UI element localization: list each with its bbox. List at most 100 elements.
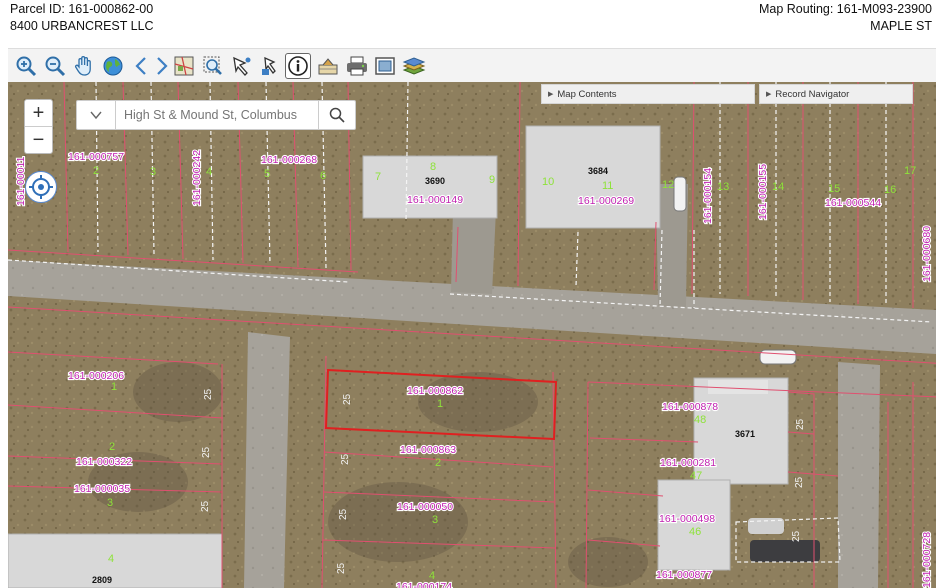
zoom-in-icon[interactable]	[14, 54, 38, 78]
lot-number: 1	[111, 381, 117, 393]
map-contents-panel[interactable]: ▶ Map Contents	[541, 84, 755, 104]
lot-number: 5	[264, 168, 270, 180]
lot-number: 10	[542, 176, 554, 188]
lot-number: 3	[432, 514, 438, 526]
parcel-label[interactable]: 161-000268	[260, 153, 318, 167]
lot-number: 2	[109, 441, 115, 453]
address-label: 3671	[735, 429, 755, 439]
parcel-label[interactable]: 161-000242	[190, 149, 204, 207]
lot-number: 4	[429, 570, 435, 582]
map-toolbar	[8, 48, 936, 83]
expand-triangle-icon: ▶	[766, 91, 772, 98]
lot-number: 4	[108, 553, 114, 565]
search-button[interactable]	[318, 101, 355, 129]
lot-number: 8	[430, 161, 436, 173]
print-icon[interactable]	[345, 54, 369, 78]
zoom-in-button[interactable]: +	[25, 100, 52, 126]
lot-dimension: 25	[203, 388, 214, 400]
owner-name: 8400 URBANCREST LLC	[10, 19, 154, 33]
lot-dimension: 25	[201, 446, 212, 458]
fullscreen-icon[interactable]	[373, 54, 397, 78]
lot-number: 14	[772, 181, 784, 193]
parcel-label[interactable]: 161-000757	[67, 150, 125, 164]
map-viewport[interactable]: 161-000757 161-000268 161-000149 161-000…	[8, 82, 936, 588]
zoom-box-icon[interactable]	[201, 54, 225, 78]
parcel-id-label: Parcel ID: 161-000862-00	[10, 2, 154, 16]
lot-number: 9	[489, 174, 495, 186]
lot-number: 13	[717, 181, 729, 193]
zoom-out-icon[interactable]	[43, 54, 67, 78]
parcel-label[interactable]: 161-000154	[701, 167, 715, 225]
identify-icon[interactable]	[258, 54, 282, 78]
lot-number: 3	[150, 166, 156, 178]
record-navigator-label: Record Navigator	[775, 88, 850, 100]
lot-dimension: 25	[200, 500, 211, 512]
crosshair-icon	[29, 175, 53, 199]
parcel-label[interactable]: 161-000680	[920, 225, 934, 283]
lot-number: 46	[689, 526, 701, 538]
lot-number: 11	[602, 180, 613, 192]
search-icon	[329, 107, 345, 123]
parcel-label[interactable]: 161-000269	[577, 194, 635, 208]
lot-dimension: 25	[338, 508, 349, 520]
parcel-label[interactable]: 161-000149	[406, 193, 464, 207]
lot-dimension: 25	[795, 418, 806, 430]
parcel-label[interactable]: 161-000322	[75, 455, 133, 469]
lot-number: 48	[694, 414, 706, 426]
lot-number: 1	[437, 398, 443, 410]
lot-number: 16	[884, 184, 896, 196]
parcel-label[interactable]: 161-000498	[658, 512, 716, 526]
parcel-label[interactable]: 161-000862	[406, 384, 464, 398]
parcel-icon[interactable]	[316, 54, 340, 78]
lot-dimension: 25	[340, 453, 351, 465]
lot-number: 2	[435, 457, 441, 469]
parcel-label[interactable]: 161-000728	[920, 531, 934, 588]
chevron-down-icon	[90, 111, 102, 120]
parcel-label[interactable]: 161-000878	[661, 400, 719, 414]
map-contents-label: Map Contents	[557, 88, 617, 100]
locate-button[interactable]	[25, 171, 57, 203]
record-navigator-panel[interactable]: ▶ Record Navigator	[759, 84, 913, 104]
select-point-icon[interactable]	[230, 54, 254, 78]
lot-number: 3	[107, 497, 113, 509]
zoom-out-button[interactable]: −	[25, 126, 52, 153]
lot-number: 12	[662, 179, 674, 191]
lot-number: 4	[206, 166, 212, 178]
layers-icon[interactable]	[402, 54, 426, 78]
search-source-dropdown[interactable]	[77, 101, 116, 129]
lot-number: 6	[320, 170, 326, 182]
address-label: 3690	[425, 176, 445, 186]
lot-number: 2	[93, 165, 99, 177]
search-input[interactable]	[116, 101, 318, 129]
parcel-header: Parcel ID: 161-000862-00 8400 URBANCREST…	[0, 0, 940, 36]
map-layer-icon[interactable]	[172, 54, 196, 78]
forward-arrow-icon[interactable]	[150, 54, 174, 78]
parcel-label[interactable]: 161-000281	[659, 456, 717, 470]
parcel-label[interactable]: 161-000035	[73, 482, 131, 496]
zoom-control: + −	[24, 99, 53, 154]
lot-dimension: 25	[336, 562, 347, 574]
aerial-imagery: 161-000757 161-000268 161-000149 161-000…	[8, 82, 936, 588]
info-icon[interactable]	[285, 53, 311, 79]
address-label: 2809	[92, 575, 112, 585]
map-routing-label: Map Routing: 161-M093-23900	[758, 2, 932, 16]
lot-number: 15	[828, 183, 840, 195]
lot-dimension: 25	[791, 530, 802, 542]
address-label: 3684	[588, 166, 608, 176]
pan-hand-icon[interactable]	[72, 54, 96, 78]
globe-icon[interactable]	[101, 54, 125, 78]
parcel-label[interactable]: 161-000863	[399, 443, 457, 457]
parcel-label[interactable]: 161-000544	[824, 196, 882, 210]
address-search	[76, 100, 356, 130]
parcel-label[interactable]: 161-000155	[756, 163, 770, 221]
parcel-label[interactable]: 161-000174	[395, 580, 453, 588]
lot-number: 17	[904, 165, 916, 177]
expand-triangle-icon: ▶	[548, 91, 554, 98]
parcel-label[interactable]: 161-000877	[655, 568, 713, 582]
lot-dimension: 25	[342, 393, 353, 405]
lot-number: 47	[690, 470, 702, 482]
lot-number: 7	[375, 171, 381, 183]
parcel-label[interactable]: 161-000050	[396, 500, 454, 514]
lot-dimension: 25	[794, 476, 805, 488]
street-name: MAPLE ST	[870, 19, 932, 33]
